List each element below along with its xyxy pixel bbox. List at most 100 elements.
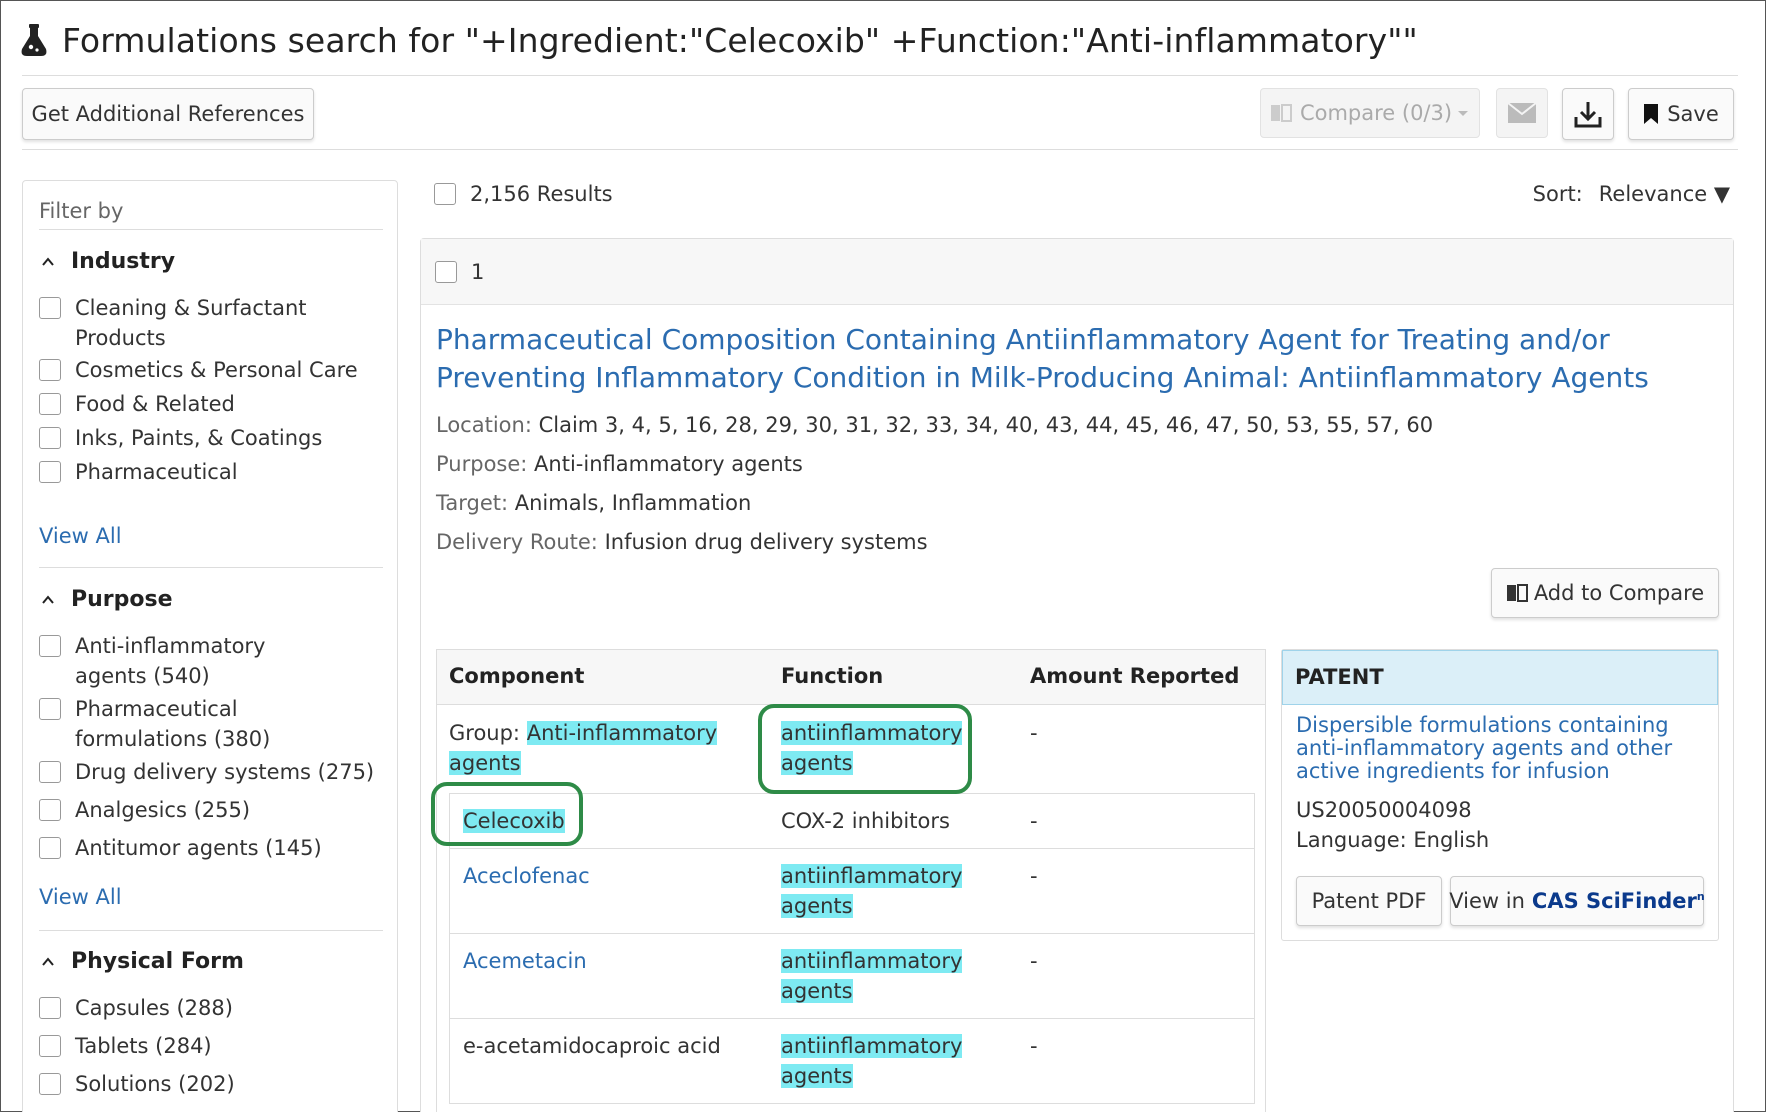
column-header: Amount Reported: [1030, 664, 1240, 688]
checkbox[interactable]: [39, 997, 61, 1019]
checkbox[interactable]: [39, 698, 61, 720]
row-divider: [449, 1103, 1255, 1104]
filter-option-label: Cosmetics & Personal Care: [75, 358, 358, 382]
patent-title-link[interactable]: Dispersible formulations containing anti…: [1296, 714, 1706, 783]
meta-target: Target: Animals, Inflammation: [436, 491, 751, 515]
function-cell: antiinflammatory agents: [781, 861, 963, 921]
filter-option[interactable]: Capsules (288): [39, 993, 379, 1023]
row-divider: [449, 933, 1255, 934]
component-name: e-acetamidocaproic acid: [463, 1034, 721, 1058]
filter-option[interactable]: Drug delivery systems (275): [39, 757, 379, 787]
group-name[interactable]: Anti-inflammatory: [526, 721, 718, 745]
email-button[interactable]: [1496, 88, 1548, 138]
divider: [39, 567, 383, 568]
bookmark-icon: [1644, 104, 1659, 124]
meta-value: Animals, Inflammation: [514, 491, 752, 515]
filter-option[interactable]: Inks, Paints, & Coatings: [39, 423, 379, 453]
results-header: 2,156 Results: [434, 182, 613, 206]
meta-key: Location:: [436, 413, 532, 437]
facet-title: Purpose: [71, 587, 173, 612]
filter-option[interactable]: Cleaning & Surfactant Products: [39, 293, 379, 353]
component-link[interactable]: Acemetacin: [463, 946, 587, 976]
compare-dropdown[interactable]: Compare (0/3): [1260, 88, 1480, 138]
filter-option-label: Solutions (202): [75, 1072, 235, 1096]
patent-pdf-button[interactable]: Patent PDF: [1296, 876, 1442, 926]
filter-option[interactable]: Analgesics (255): [39, 795, 379, 825]
cas-scifinder-logo: CAS SciFindern: [1532, 889, 1705, 913]
filter-option[interactable]: Food & Related: [39, 389, 379, 419]
result-checkbox[interactable]: [435, 260, 457, 283]
view-in-cas-scifinder-button[interactable]: View in CAS SciFindern: [1449, 876, 1705, 926]
checkbox[interactable]: [39, 837, 61, 859]
checkbox[interactable]: [39, 297, 61, 319]
checkbox[interactable]: [39, 427, 61, 449]
amount-cell: -: [1030, 721, 1038, 745]
filter-option-label: Cleaning & Surfactant Products: [75, 296, 307, 350]
checkbox[interactable]: [39, 799, 61, 821]
select-all-checkbox[interactable]: [434, 183, 456, 205]
group-prefix: Group:: [449, 721, 521, 745]
group-name[interactable]: agents: [449, 751, 521, 775]
facet-header-purpose[interactable]: Purpose: [41, 587, 173, 612]
component-link[interactable]: Aceclofenac: [463, 861, 590, 891]
checkbox[interactable]: [39, 1073, 61, 1095]
subtable-border: [1254, 793, 1255, 1103]
sort-control[interactable]: Sort: Relevance ▼: [1533, 182, 1730, 206]
patent-header: PATENT: [1282, 650, 1718, 705]
add-to-compare-button[interactable]: Add to Compare: [1491, 568, 1719, 618]
filter-option-label: Antitumor agents (145): [75, 836, 322, 860]
meta-value: Claim 3, 4, 5, 16, 28, 29, 30, 31, 32, 3…: [538, 413, 1434, 437]
amount-cell: -: [1030, 949, 1038, 973]
filter-option[interactable]: Tablets (284): [39, 1031, 379, 1061]
page-title: Formulations search for "+Ingredient:"Ce…: [62, 20, 1418, 60]
caret-down-icon: [1458, 111, 1469, 116]
compare-icon: [1506, 584, 1528, 602]
facet-title: Physical Form: [71, 949, 244, 974]
envelope-icon: [1507, 102, 1537, 123]
view-all-link[interactable]: View All: [39, 885, 122, 909]
view-all-link[interactable]: View All: [39, 524, 122, 548]
function-highlight: antiinflammatory: [781, 1034, 963, 1058]
checkbox[interactable]: [39, 1035, 61, 1057]
components-table: Component Function Amount Reported Group…: [431, 649, 1266, 1112]
filter-option-label: Pharmaceutical formulations (380): [75, 697, 271, 751]
checkbox[interactable]: [39, 635, 61, 657]
checkbox[interactable]: [39, 461, 61, 483]
function-cell: antiinflammatory agents: [781, 1031, 963, 1091]
download-button[interactable]: [1562, 88, 1614, 140]
facet-header-physical-form[interactable]: Physical Form: [41, 949, 244, 974]
sort-value[interactable]: Relevance ▼: [1599, 182, 1730, 206]
function-highlight: agents: [781, 979, 853, 1003]
filter-option[interactable]: Solutions (202): [39, 1069, 379, 1099]
meta-value: Anti-inflammatory agents: [534, 452, 803, 476]
save-button[interactable]: Save: [1628, 88, 1734, 140]
filter-option[interactable]: Antitumor agents (145): [39, 833, 379, 863]
function-highlight: agents: [781, 1064, 853, 1088]
patent-language: Language: English: [1296, 828, 1490, 852]
filter-option-label: Analgesics (255): [75, 798, 251, 822]
facet-header-industry[interactable]: Industry: [41, 249, 175, 274]
filter-by-label: Filter by: [39, 199, 124, 223]
cas-brand-text: CAS SciFinder: [1531, 889, 1697, 913]
get-additional-references-button[interactable]: Get Additional References: [22, 88, 314, 140]
emphasis-ring-function: [758, 704, 972, 794]
compare-icon: [1270, 104, 1292, 122]
result-title-link[interactable]: Pharmaceutical Composition Containing An…: [436, 321, 1716, 397]
filter-option[interactable]: Cosmetics & Personal Care: [39, 355, 379, 385]
title-row: Formulations search for "+Ingredient:"Ce…: [20, 18, 1418, 62]
row-divider: [449, 848, 1255, 849]
download-icon: [1574, 102, 1602, 128]
group-component-cell: Group: Anti-inflammatory agents: [449, 718, 769, 778]
divider: [39, 229, 383, 230]
filter-option[interactable]: Anti-inflammatory agents (540): [39, 631, 379, 691]
filter-option[interactable]: Pharmaceutical: [39, 457, 379, 487]
compare-label: Compare (0/3): [1299, 101, 1453, 125]
function-cell: COX-2 inhibitors: [781, 809, 950, 833]
checkbox[interactable]: [39, 761, 61, 783]
checkbox[interactable]: [39, 359, 61, 381]
amount-cell: -: [1030, 809, 1038, 833]
chevron-up-icon: [42, 256, 54, 266]
meta-location: Location: Claim 3, 4, 5, 16, 28, 29, 30,…: [436, 413, 1433, 437]
checkbox[interactable]: [39, 393, 61, 415]
filter-option[interactable]: Pharmaceutical formulations (380): [39, 694, 379, 754]
